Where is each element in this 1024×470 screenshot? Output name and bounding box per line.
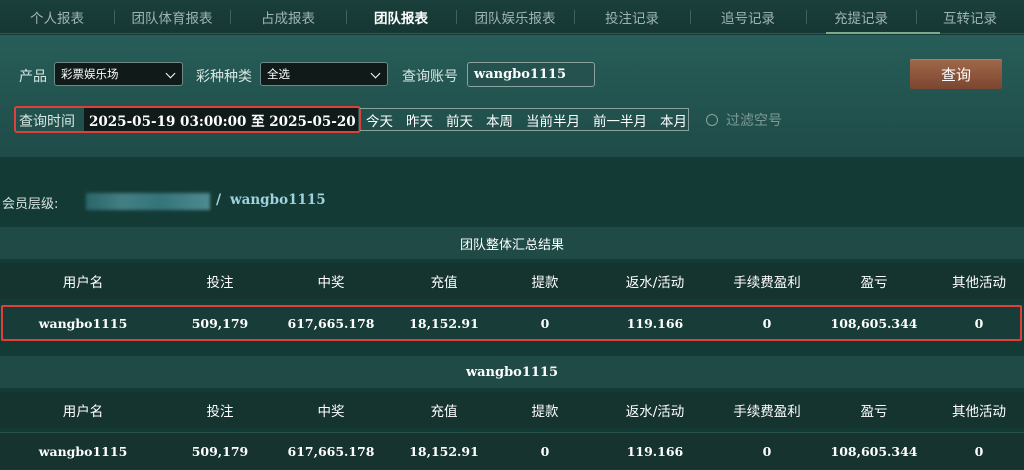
header-withdraw: 提款 — [531, 275, 559, 291]
detail-table-header: 用户名 投注 中奖 充值 提款 返水/活动 手续费盈利 盈亏 其他活动 — [0, 392, 1024, 428]
quick-range-yesterday[interactable]: 昨天 — [406, 110, 433, 130]
header-other-activity: 其他活动 — [952, 275, 1006, 291]
cell-username[interactable]: wangbo1115 — [0, 433, 166, 469]
breadcrumb-current-user[interactable]: wangbo1115 — [230, 192, 326, 208]
cell-bet: 509,179 — [191, 443, 249, 459]
header-profit-loss: 盈亏 — [860, 275, 888, 291]
header-deposit: 充值 — [430, 404, 458, 420]
filter-empty-label[interactable]: 过滤空号 — [726, 110, 782, 130]
lottery-type-select-value: 全选 — [267, 67, 290, 81]
header-win: 中奖 — [317, 275, 345, 291]
header-profit-loss: 盈亏 — [860, 404, 888, 420]
account-input[interactable]: wangbo1115 — [467, 62, 595, 87]
tab-share-report[interactable]: 占成报表 — [230, 0, 346, 34]
report-tabs: 个人报表 团队体育报表 占成报表 团队报表 团队娱乐报表 投注记录 追号记录 充… — [0, 0, 1024, 34]
cell-fee-profit: 0 — [762, 443, 772, 459]
query-button[interactable]: 查询 — [910, 59, 1002, 89]
row-highlight-box — [1, 305, 1022, 341]
query-time-label: 查询时间 — [19, 114, 75, 130]
breadcrumb-separator: / — [216, 192, 222, 208]
tab-chase-records[interactable]: 追号记录 — [690, 0, 806, 34]
header-win: 中奖 — [317, 404, 345, 420]
header-username: 用户名 — [62, 404, 104, 420]
cell-withdraw: 0 — [540, 443, 550, 459]
filter-empty-radio[interactable] — [706, 114, 718, 126]
tab-personal-report[interactable]: 个人报表 — [0, 0, 114, 34]
member-level-label: 会员层级: — [2, 197, 59, 212]
detail-table-title: wangbo1115 — [0, 356, 1024, 388]
table-row: wangbo1115 509,179 617,665.178 18,152.91… — [0, 433, 1024, 469]
quick-range-today[interactable]: 今天 — [366, 110, 393, 130]
chevron-down-icon — [370, 68, 381, 79]
cell-profit-loss: 108,605.344 — [830, 443, 918, 459]
tab-team-entertainment-report[interactable]: 团队娱乐报表 — [456, 0, 574, 34]
quick-range-this-month[interactable]: 本月 — [660, 110, 687, 130]
lottery-type-label: 彩种种类 — [196, 69, 252, 85]
header-bet: 投注 — [206, 275, 234, 291]
header-withdraw: 提款 — [531, 404, 559, 420]
tab-bet-records[interactable]: 投注记录 — [574, 0, 690, 34]
header-deposit: 充值 — [430, 275, 458, 291]
filter-panel: 产品 彩票娱乐场 彩种种类 全选 查询账号 wangbo1115 查询 查询时间… — [0, 35, 1024, 157]
header-rebate: 返水/活动 — [625, 404, 685, 420]
header-username: 用户名 — [62, 275, 104, 291]
cell-rebate: 119.166 — [626, 443, 684, 459]
quick-range-this-week[interactable]: 本周 — [486, 110, 513, 130]
lottery-type-select[interactable]: 全选 — [260, 62, 388, 86]
product-select[interactable]: 彩票娱乐场 — [54, 62, 183, 86]
header-other-activity: 其他活动 — [952, 404, 1006, 420]
cell-win: 617,665.178 — [287, 443, 375, 459]
header-bet: 投注 — [206, 404, 234, 420]
quick-range-current-half-month[interactable]: 当前半月 — [526, 110, 580, 130]
tab-underline — [826, 32, 940, 34]
product-label: 产品 — [19, 69, 47, 85]
cell-other-activity: 0 — [974, 443, 984, 459]
quick-range-group: 今天 昨天 前天 本周 当前半月 前一半月 本月 — [360, 108, 689, 131]
summary-table-header: 用户名 投注 中奖 充值 提款 返水/活动 手续费盈利 盈亏 其他活动 — [0, 263, 1024, 299]
product-select-value: 彩票娱乐场 — [61, 67, 119, 81]
quick-range-previous-half-month[interactable]: 前一半月 — [593, 110, 647, 130]
chevron-down-icon — [165, 68, 176, 79]
header-fee-profit: 手续费盈利 — [733, 404, 801, 420]
header-fee-profit: 手续费盈利 — [733, 275, 801, 291]
tab-team-sports-report[interactable]: 团队体育报表 — [114, 0, 230, 34]
header-rebate: 返水/活动 — [625, 275, 685, 291]
blurred-parent-account — [86, 193, 210, 210]
cell-deposit: 18,152.91 — [409, 443, 479, 459]
account-label: 查询账号 — [402, 69, 458, 85]
tab-transfer-records[interactable]: 互转记录 — [916, 0, 1024, 34]
tab-deposit-withdraw-records[interactable]: 充提记录 — [806, 0, 916, 34]
quick-range-day-before[interactable]: 前天 — [446, 110, 473, 130]
tab-team-report[interactable]: 团队报表 — [346, 0, 456, 34]
summary-table-title: 团队整体汇总结果 — [0, 227, 1024, 259]
date-range-input[interactable]: 2025-05-19 03:00:00 至 2025-05-20 03:00:0… — [84, 108, 358, 131]
